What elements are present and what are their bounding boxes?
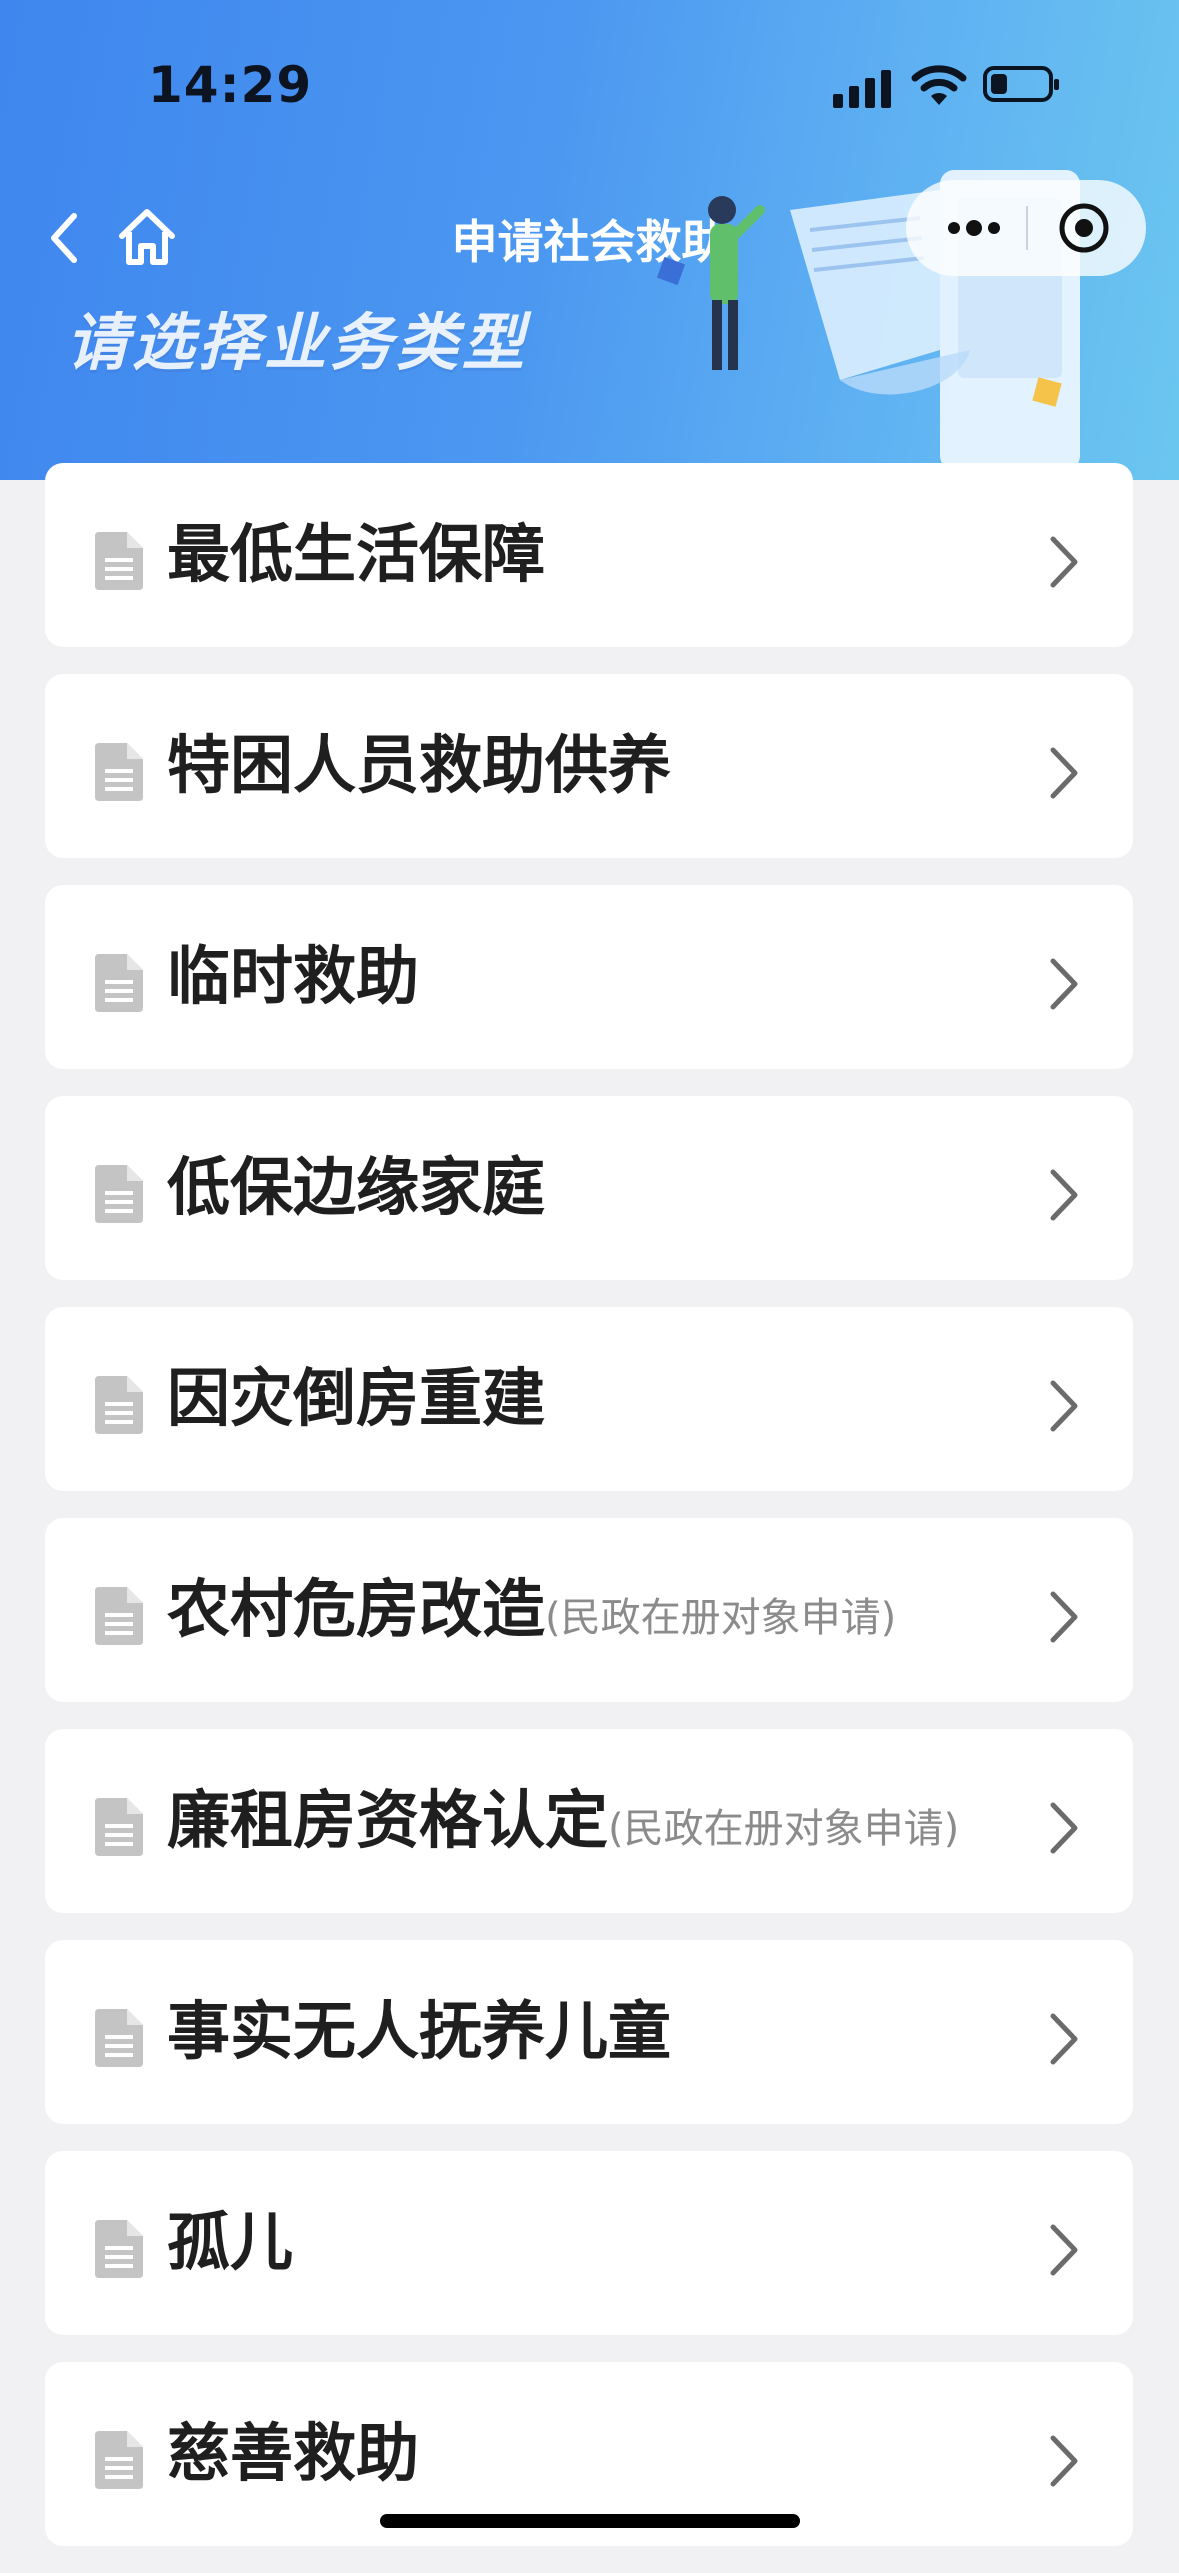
list-item[interactable]: 临时救助 xyxy=(45,885,1133,1069)
list-item-note: (民政在册对象申请) xyxy=(608,1806,960,1852)
chevron-right-icon xyxy=(1050,747,1078,799)
header-banner: 14:29 申请社会救助 请选择业务类型 xyxy=(0,0,1179,480)
list-item[interactable]: 廉租房资格认定(民政在册对象申请) xyxy=(45,1729,1133,1913)
document-icon xyxy=(95,2431,143,2489)
signal-icon xyxy=(833,70,895,108)
list-item[interactable]: 低保边缘家庭 xyxy=(45,1096,1133,1280)
chevron-right-icon xyxy=(1050,1591,1078,1643)
document-icon xyxy=(95,954,143,1012)
chevron-right-icon xyxy=(1050,2013,1078,2065)
document-icon xyxy=(95,743,143,801)
document-icon xyxy=(95,1798,143,1856)
chevron-right-icon xyxy=(1050,2224,1078,2276)
list-item-label: 事实无人抚养儿童 xyxy=(167,1995,671,2068)
chevron-right-icon xyxy=(1050,2435,1078,2487)
capsule-divider xyxy=(1026,206,1028,250)
section-subtitle: 请选择业务类型 xyxy=(66,306,529,379)
list-item-label: 最低生活保障 xyxy=(167,518,545,591)
chevron-right-icon xyxy=(1050,1802,1078,1854)
list-item-label: 孤儿 xyxy=(167,2206,293,2279)
document-icon xyxy=(95,1587,143,1645)
chevron-right-icon xyxy=(1050,1169,1078,1221)
list-item-label: 廉租房资格认定(民政在册对象申请) xyxy=(167,1784,960,1857)
document-icon xyxy=(95,1165,143,1223)
home-indicator[interactable] xyxy=(380,2514,800,2528)
list-item[interactable]: 农村危房改造(民政在册对象申请) xyxy=(45,1518,1133,1702)
list-item[interactable]: 特困人员救助供养 xyxy=(45,674,1133,858)
list-item[interactable]: 最低生活保障 xyxy=(45,463,1133,647)
list-item[interactable]: 因灾倒房重建 xyxy=(45,1307,1133,1491)
list-item-label: 因灾倒房重建 xyxy=(167,1362,545,1435)
document-icon xyxy=(95,1376,143,1434)
document-icon xyxy=(95,2220,143,2278)
service-type-list: 最低生活保障 特困人员救助供养 临时救助 低保边缘家庭 因灾倒房重建 农村危房改… xyxy=(45,463,1133,2573)
mini-program-capsule xyxy=(906,180,1146,276)
list-item[interactable]: 孤儿 xyxy=(45,2151,1133,2335)
chevron-right-icon xyxy=(1050,1380,1078,1432)
list-item-label: 低保边缘家庭 xyxy=(167,1151,545,1224)
list-item-label: 农村危房改造(民政在册对象申请) xyxy=(167,1573,897,1646)
chevron-right-icon xyxy=(1050,536,1078,588)
status-time: 14:29 xyxy=(148,56,313,114)
wifi-icon xyxy=(911,65,967,105)
list-item[interactable]: 事实无人抚养儿童 xyxy=(45,1940,1133,2124)
list-item-note: (民政在册对象申请) xyxy=(545,1595,897,1641)
list-item-label: 临时救助 xyxy=(167,940,419,1013)
battery-icon xyxy=(983,66,1059,102)
document-icon xyxy=(95,532,143,590)
target-close-icon[interactable] xyxy=(1044,198,1124,258)
more-dots-icon[interactable] xyxy=(934,204,1014,252)
chevron-right-icon xyxy=(1050,958,1078,1010)
list-item-label: 特困人员救助供养 xyxy=(167,729,671,802)
document-icon xyxy=(95,2009,143,2067)
